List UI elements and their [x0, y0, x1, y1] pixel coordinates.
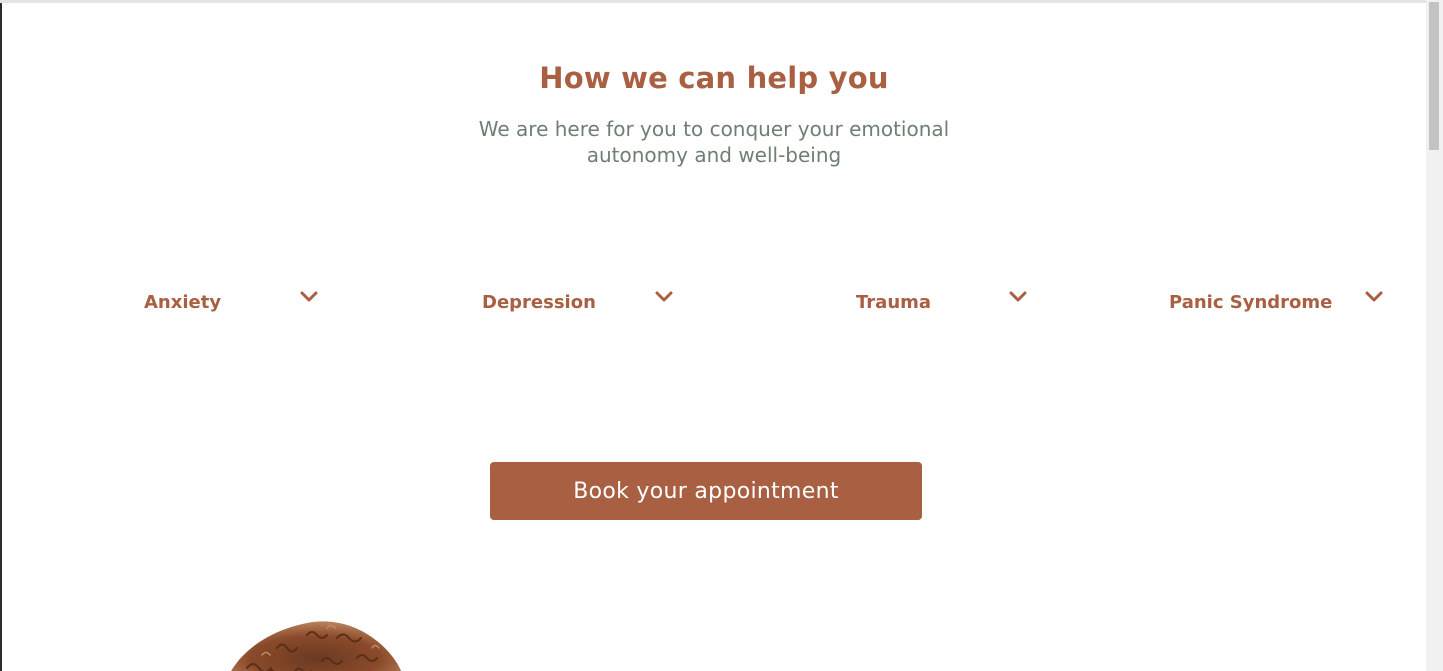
portrait-photo — [231, 621, 402, 671]
chevron-down-icon[interactable] — [299, 287, 319, 307]
scrollbar-thumb[interactable] — [1429, 2, 1439, 150]
topic-anxiety[interactable]: Anxiety — [144, 287, 324, 317]
book-appointment-button[interactable]: Book your appointment — [490, 462, 922, 520]
topic-label: Anxiety — [144, 291, 222, 313]
chevron-down-icon[interactable] — [1008, 287, 1028, 307]
chevron-down-icon[interactable] — [654, 287, 674, 307]
topic-label: Panic Syndrome — [1169, 291, 1333, 313]
topic-panic-syndrome[interactable]: Panic Syndrome — [1169, 287, 1394, 317]
section-subtitle: We are here for you to conquer your emot… — [478, 117, 950, 167]
help-section: How we can help you We are here for you … — [2, 3, 1426, 671]
chevron-down-icon[interactable] — [1364, 287, 1384, 307]
browser-viewport: How we can help you We are here for you … — [0, 0, 1443, 671]
topic-trauma[interactable]: Trauma — [856, 287, 1038, 317]
topic-depression[interactable]: Depression — [482, 287, 682, 317]
topic-label: Trauma — [856, 291, 932, 313]
vertical-scrollbar[interactable] — [1426, 0, 1443, 671]
section-title: How we can help you — [539, 61, 889, 95]
topic-label: Depression — [482, 291, 596, 313]
